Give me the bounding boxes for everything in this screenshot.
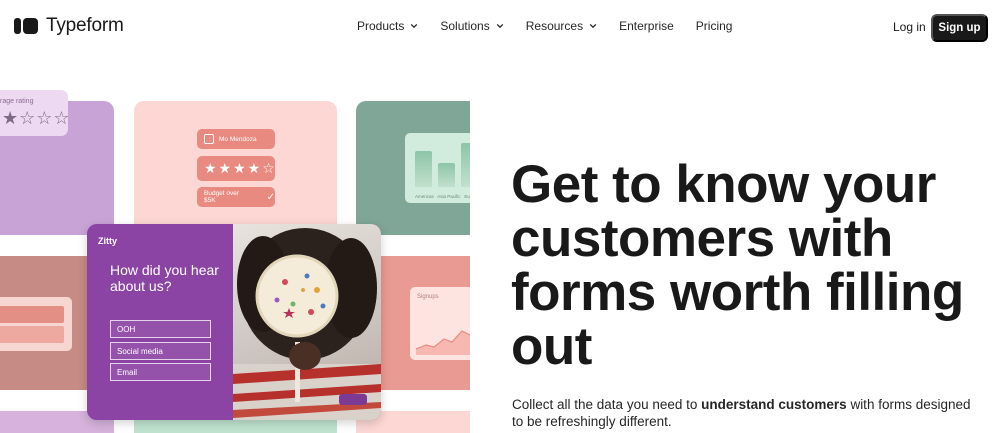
form-option-social-media[interactable]: Social media bbox=[110, 342, 211, 360]
nav-item-label: Enterprise bbox=[619, 19, 674, 33]
main-menu: Products Solutions Resources Enterprise … bbox=[357, 19, 754, 33]
bar-label: Asia Pacific bbox=[437, 194, 461, 199]
bar-chart-bar bbox=[438, 163, 455, 187]
form-question: How did you hear about us? bbox=[110, 262, 219, 294]
horizontal-bar bbox=[0, 306, 64, 323]
nav-item-products[interactable]: Products bbox=[357, 19, 418, 33]
hero-collage: rage rating ★☆☆☆ Mo Mendoza ★★★★☆ Budget… bbox=[0, 56, 470, 433]
login-link[interactable]: Log in bbox=[893, 20, 926, 34]
form-option-email[interactable]: Email bbox=[110, 363, 211, 381]
stars-pill-text: ★★★★☆ bbox=[204, 160, 277, 176]
chevron-down-icon bbox=[411, 23, 418, 29]
nav-item-resources[interactable]: Resources bbox=[526, 19, 597, 33]
budget-pill: Budget over $5K ✓ bbox=[197, 187, 275, 207]
nav-item-enterprise[interactable]: Enterprise bbox=[619, 19, 674, 33]
nav-item-pricing[interactable]: Pricing bbox=[696, 19, 733, 33]
nav-item-label: Resources bbox=[525, 19, 584, 33]
form-brand: Zitty bbox=[98, 236, 117, 246]
bar-chart-bar bbox=[415, 151, 432, 187]
person-with-lollipop-image bbox=[233, 228, 381, 420]
stars-pill: ★★★★☆ bbox=[197, 156, 275, 181]
person-icon bbox=[204, 134, 214, 144]
signups-chart-card: Signups bbox=[410, 287, 470, 360]
bar-label: Americas bbox=[415, 194, 434, 199]
form-option-ooh[interactable]: OOH bbox=[110, 320, 211, 338]
form-preview-card: Zitty How did you hear about us? OOH Soc… bbox=[87, 224, 381, 420]
signups-area-chart bbox=[416, 330, 470, 355]
top-navigation: Typeform Products Solutions Resources En… bbox=[0, 0, 1000, 56]
rating-card: rage rating ★☆☆☆ bbox=[0, 90, 71, 136]
check-icon: ✓ bbox=[266, 191, 275, 203]
nav-item-solutions[interactable]: Solutions bbox=[440, 19, 503, 33]
name-pill-text: Mo Mendoza bbox=[219, 135, 257, 143]
hero-subtitle-prefix: Collect all the data you need to bbox=[512, 397, 702, 412]
form-panel: Zitty How did you hear about us? OOH Soc… bbox=[87, 224, 233, 420]
hero-subtitle-emphasis: understand customers bbox=[701, 397, 847, 412]
hero-subtitle: Collect all the data you need to underst… bbox=[512, 396, 982, 430]
rating-card-label: rage rating bbox=[0, 98, 34, 105]
signups-label: Signups bbox=[417, 294, 439, 300]
rating-stars: ★☆☆☆ bbox=[2, 108, 71, 128]
brand-logo-link[interactable]: Typeform bbox=[14, 15, 124, 37]
typeform-logo-icon bbox=[14, 18, 38, 34]
chevron-down-icon bbox=[496, 23, 503, 29]
chevron-down-icon bbox=[589, 23, 597, 29]
bar-chart-labels: Americas Asia Pacific Eu bbox=[415, 194, 470, 199]
brand-name: Typeform bbox=[46, 15, 124, 36]
budget-pill-text: Budget over $5K bbox=[204, 190, 240, 204]
nav-item-label: Pricing bbox=[695, 19, 733, 33]
hero-title: Get to know your customers with forms wo… bbox=[511, 155, 964, 376]
name-pill: Mo Mendoza bbox=[197, 129, 275, 149]
horizontal-bar-card bbox=[0, 297, 72, 351]
horizontal-bar bbox=[0, 326, 64, 343]
nav-item-label: Products bbox=[357, 19, 405, 33]
signup-button[interactable]: Sign up bbox=[931, 14, 988, 42]
bar-chart-card: Americas Asia Pacific Eu bbox=[405, 133, 470, 203]
lollipop-photo bbox=[233, 224, 381, 420]
bar-chart-bar bbox=[461, 143, 470, 187]
bar-label: Eu bbox=[464, 194, 470, 199]
form-nav-arrows-icon[interactable] bbox=[339, 394, 367, 405]
nav-item-label: Solutions bbox=[440, 19, 490, 33]
